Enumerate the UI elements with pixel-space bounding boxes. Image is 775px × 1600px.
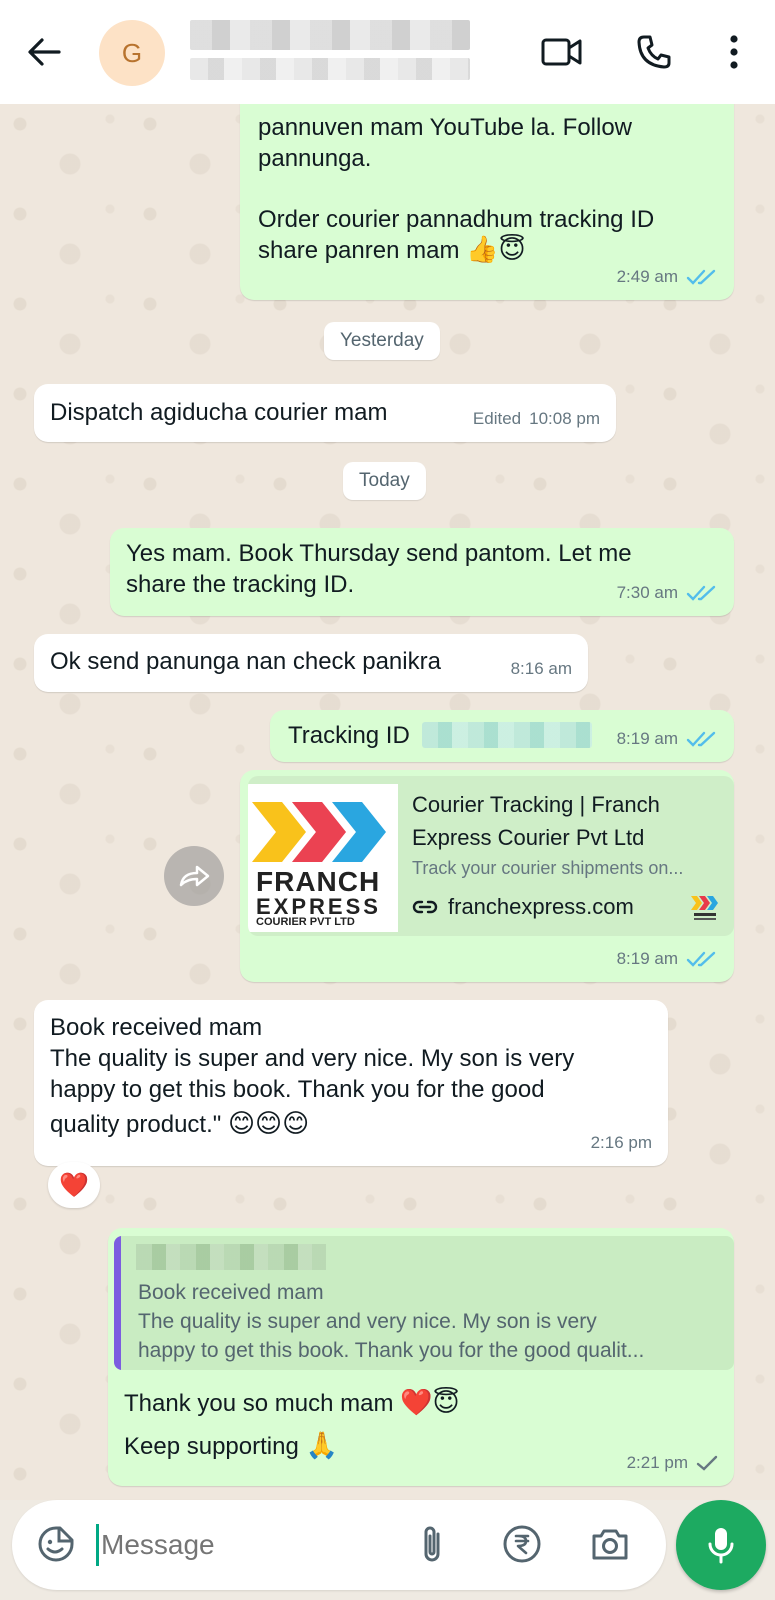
franch-express-logo [252,802,386,862]
link-preview-card[interactable]: FRANCH EXPRESS COURIER PVT LTD Courier T… [248,776,734,936]
logo-text-line: COURIER PVT LTD [256,916,355,928]
video-call-button-overlay[interactable] [540,30,584,74]
double-check-read-icon [686,585,716,601]
message-text-line: Thank you so much mam [124,1390,394,1417]
attach-icon [424,1526,440,1562]
link-preview-thumbnail: FRANCH EXPRESS COURIER PVT LTD [248,784,398,932]
double-check-read-icon [686,731,716,747]
date-divider: Yesterday [324,322,440,360]
link-preview-domain: franchexpress.com [412,894,634,920]
message-bubble-incoming[interactable]: Ok send panunga nan check panikra 8:16 a… [34,634,588,692]
double-check-read-icon [686,951,716,967]
single-check-icon [696,1455,718,1471]
message-time: 10:08 pm [529,409,600,428]
emoji-text: 😊😊😊 [227,1109,310,1139]
quoted-text-line: The quality is super and very nice. My s… [138,1310,597,1333]
rupee-payment-icon [503,1525,541,1563]
redacted-tracking-id [422,722,592,748]
composer-bar [12,1500,666,1590]
message-meta: Edited 10:08 pm [473,403,600,434]
message-meta: 8:19 am [617,723,718,754]
emoji-text: ❤️😇 [400,1388,460,1418]
message-text-line: quality product." [50,1111,222,1138]
video-call-icon [541,38,582,66]
link-preview-domain-text: franchexpress.com [448,894,634,919]
camera-icon [592,1529,628,1560]
message-time: 7:30 am [616,583,678,602]
forward-icon [179,865,210,887]
back-button-overlay[interactable] [22,30,66,74]
message-text-line: share the tracking ID. [126,571,355,598]
voice-call-icon [637,35,671,69]
voice-call-button-overlay[interactable] [632,30,676,74]
message-bubble-incoming[interactable]: Dispatch agiducha courier mam Edited 10:… [34,384,616,442]
avatar-overlay[interactable]: G [99,20,165,86]
link-icon [412,900,438,914]
message-text-line: The quality is super and very nice. My s… [50,1045,575,1072]
message-meta: 2:16 pm [591,1127,652,1158]
message-text: Tracking ID [288,722,410,749]
quoted-text-line: happy to get this book. Thank you for th… [138,1339,645,1362]
heart-reaction-icon: ❤️ [59,1171,89,1199]
message-time: 8:19 am [616,949,678,968]
message-text-line: share panren mam [258,237,460,264]
mic-icon [708,1528,734,1564]
link-preview-description: Track your courier shipments on... [412,858,684,878]
message-bubble-incoming[interactable]: Book received mam The quality is super a… [34,1000,668,1166]
quote-accent-bar [114,1236,121,1370]
double-check-read-icon [686,269,716,285]
more-options-button-overlay[interactable] [712,30,756,74]
message-text-line: Keep supporting [124,1433,299,1460]
message-time: 2:16 pm [590,1133,652,1152]
message-text-line: pannunga. [258,145,372,172]
site-favicon [691,896,718,920]
message-meta: 2:49 am [617,261,718,292]
payment-button[interactable] [500,1522,544,1566]
message-text-line: Yes mam. Book Thursday send pantom. Let … [126,540,632,567]
voice-message-button[interactable] [676,1500,766,1590]
message-text-line: Order courier pannadhum tracking ID [258,206,655,233]
attach-button[interactable] [410,1522,454,1566]
contact-name-redacted[interactable] [190,20,470,50]
message-bubble-outgoing[interactable]: pannuven mam YouTube la. Follow pannunga… [240,82,734,300]
forward-button[interactable] [164,846,224,906]
message-text: Ok send panunga nan check panikra [50,648,441,675]
emoji-text: 👍😇 [466,235,526,265]
message-time: 8:16 am [510,659,572,678]
sticker-icon [38,1526,74,1562]
message-text: Dispatch agiducha courier mam [50,399,388,426]
sticker-button[interactable] [34,1522,78,1566]
message-text-line: pannuven mam YouTube la. Follow [258,114,633,141]
message-meta: 7:30 am [617,577,718,608]
message-time: 8:19 am [616,729,678,748]
message-time: 2:49 am [616,267,678,286]
link-preview-title: Courier Tracking | Franch Express Courie… [412,792,660,850]
camera-button[interactable] [588,1522,632,1566]
date-divider: Today [343,462,426,500]
message-meta: 8:16 am [511,653,572,684]
more-vert-icon [730,35,738,69]
emoji-text: 🙏 [305,1431,338,1461]
message-text-line: Book received mam [50,1014,263,1041]
message-meta: 2:21 pm [627,1447,718,1478]
quoted-message[interactable]: Book received mam The quality is super a… [114,1236,734,1370]
quoted-text-line: Book received mam [138,1281,324,1304]
quoted-author-redacted [136,1244,326,1270]
message-bubble-outgoing[interactable]: Yes mam. Book Thursday send pantom. Let … [110,528,734,616]
contact-status-redacted [190,58,470,80]
arrow-left-icon [28,38,61,66]
message-reaction[interactable]: ❤️ [48,1162,100,1208]
message-meta: 8:19 am [617,943,718,974]
message-bubble-outgoing[interactable]: Tracking ID 8:19 am [270,710,734,762]
message-time: 2:21 pm [626,1453,688,1472]
edited-label: Edited [472,409,522,428]
message-text-line: happy to get this book. Thank you for th… [50,1076,545,1103]
message-input[interactable] [96,1524,396,1566]
